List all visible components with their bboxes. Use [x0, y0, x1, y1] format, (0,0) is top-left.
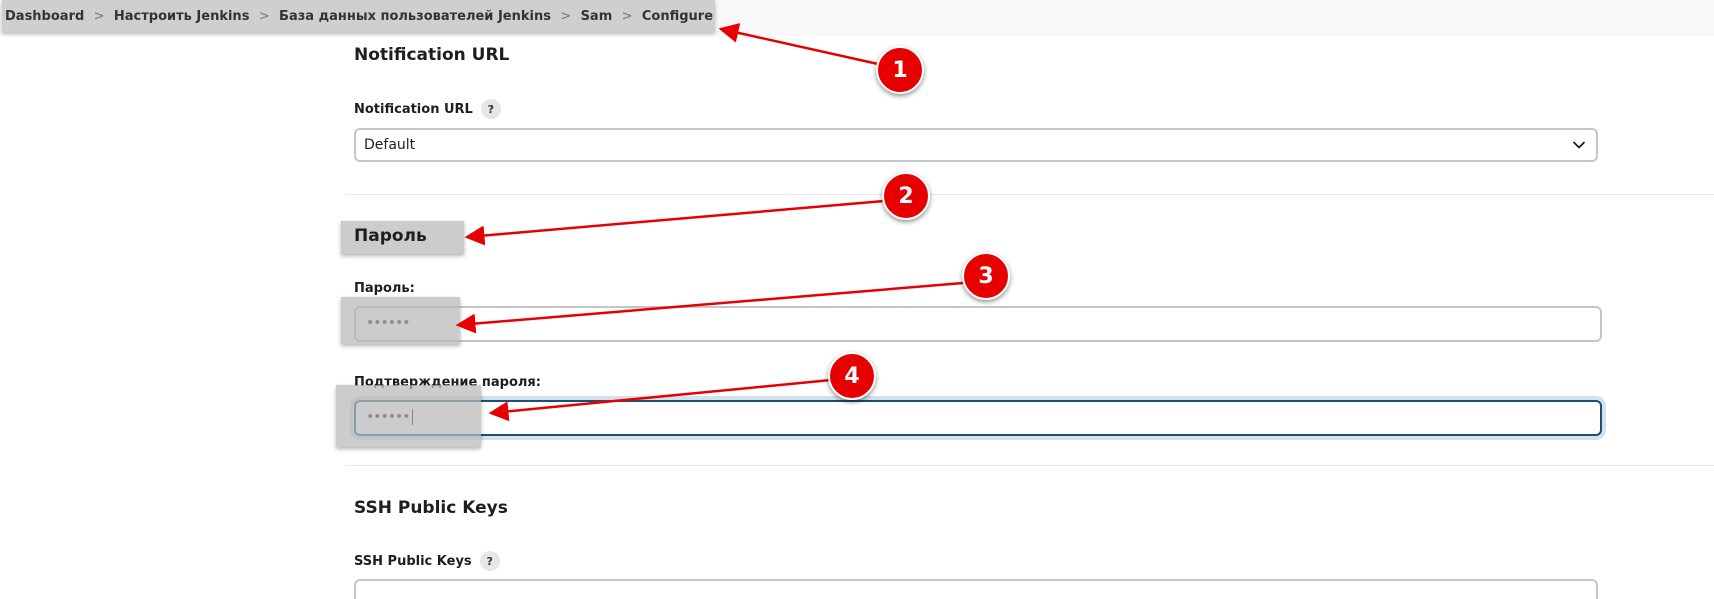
section-divider [346, 194, 1714, 195]
notification-url-label-text: Notification URL [354, 101, 473, 117]
chevron-right-icon: > [560, 8, 572, 24]
arrow-2 [464, 199, 885, 246]
password-label-text: Пароль: [354, 281, 415, 296]
ssh-keys-textarea[interactable] [354, 579, 1598, 599]
ssh-keys-label-text: SSH Public Keys [354, 553, 472, 569]
notification-url-label: Notification URL ? [354, 99, 501, 119]
annotation-marker-1: 1 [876, 46, 924, 94]
ssh-section-title: SSH Public Keys [354, 498, 508, 518]
annotation-marker-2: 2 [882, 172, 930, 220]
breadcrumb: Dashboard > Настроить Jenkins > База дан… [2, 0, 715, 32]
chevron-right-icon: > [621, 8, 633, 24]
help-icon[interactable]: ? [479, 551, 500, 571]
breadcrumb-user[interactable]: Sam [579, 9, 615, 24]
annotation-arrows [455, 23, 964, 422]
breadcrumb-dashboard[interactable]: Dashboard [2, 9, 86, 24]
chevron-right-icon: > [93, 8, 105, 24]
ssh-keys-label: SSH Public Keys ? [354, 551, 500, 571]
password-section-title: Пароль [354, 226, 427, 246]
breadcrumb-manage-jenkins[interactable]: Настроить Jenkins [112, 9, 252, 24]
annotation-marker-3: 3 [962, 252, 1010, 300]
breadcrumb-configure[interactable]: Configure [640, 9, 715, 24]
notification-url-select[interactable]: Default [354, 128, 1598, 162]
chevron-right-icon: > [258, 8, 270, 24]
chevron-down-icon [1573, 141, 1585, 149]
highlight-password-input [341, 297, 460, 344]
annotation-marker-4: 4 [828, 352, 876, 400]
confirm-password-input[interactable]: •••••• [354, 400, 1602, 436]
password-input[interactable]: •••••• [354, 306, 1602, 342]
notification-url-select-value: Default [364, 137, 416, 153]
highlight-confirm-input [336, 385, 481, 447]
breadcrumb-user-database[interactable]: База данных пользователей Jenkins [277, 9, 553, 24]
help-icon[interactable]: ? [480, 99, 501, 119]
notification-section-title: Notification URL [354, 45, 510, 65]
password-label: Пароль: [354, 281, 415, 296]
section-divider [346, 465, 1714, 466]
